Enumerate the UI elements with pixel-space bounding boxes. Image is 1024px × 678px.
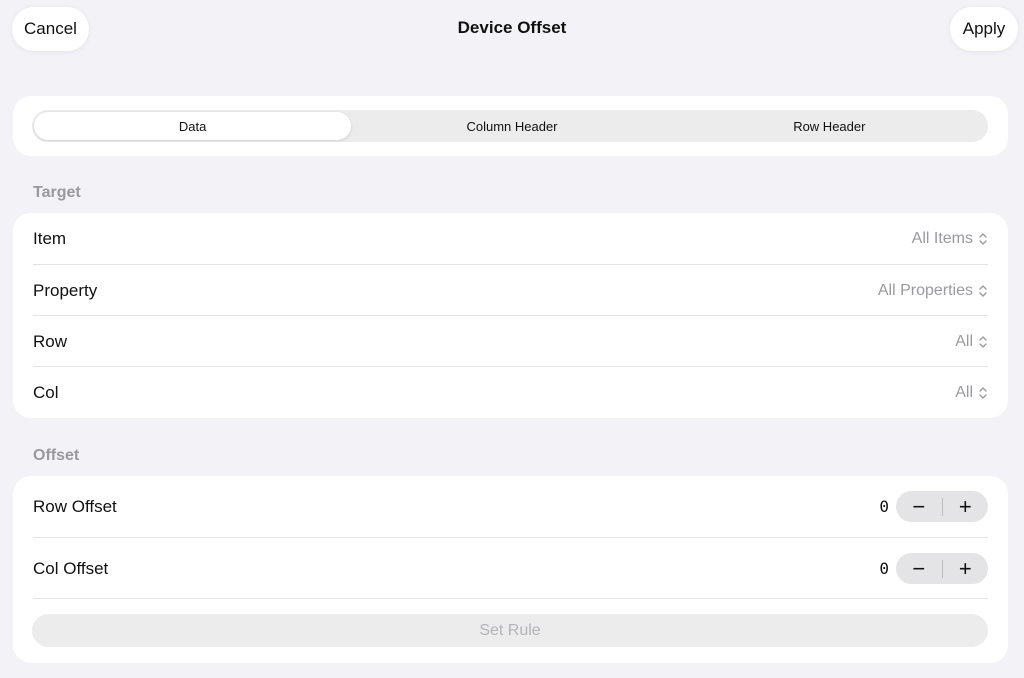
item-row[interactable]: Item All Items [13, 213, 1008, 264]
set-rule-button[interactable]: Set Rule [32, 614, 988, 647]
chevron-up-down-icon [979, 335, 987, 348]
offset-section-header: Offset [33, 447, 80, 464]
col-offset-label: Col Offset [33, 558, 109, 578]
property-row[interactable]: Property All Properties [13, 265, 1008, 316]
row-picker-value: All [955, 332, 973, 350]
row-offset-stepper: − + [896, 491, 988, 522]
divider [33, 598, 988, 599]
item-picker[interactable]: All Items [912, 230, 988, 248]
apply-button[interactable]: Apply [950, 7, 1018, 51]
row-offset-label: Row Offset [33, 496, 117, 516]
row-offset-row: Row Offset 0 − + [13, 476, 1008, 537]
col-offset-stepper: − + [896, 553, 988, 584]
property-picker[interactable]: All Properties [878, 282, 988, 300]
col-offset-decrement-button[interactable]: − [896, 553, 942, 584]
col-picker-value: All [955, 383, 973, 401]
item-picker-value: All Items [911, 229, 973, 247]
chevron-up-down-icon [979, 386, 987, 399]
segment-row-header[interactable]: Row Header [671, 110, 988, 142]
offset-card: Row Offset 0 − + Col Offset 0 − + Set Ru… [13, 476, 1008, 663]
property-label: Property [33, 280, 98, 300]
target-section-header: Target [33, 184, 81, 201]
row-offset-increment-button[interactable]: + [943, 491, 989, 522]
segment-data[interactable]: Data [34, 112, 352, 140]
col-row[interactable]: Col All [13, 367, 1008, 418]
col-label: Col [33, 382, 59, 402]
segment-column-header[interactable]: Column Header [353, 110, 670, 142]
row-picker[interactable]: All [955, 333, 988, 351]
chevron-up-down-icon [979, 284, 987, 297]
col-picker[interactable]: All [955, 384, 988, 402]
chevron-up-down-icon [979, 232, 987, 245]
row-row[interactable]: Row All [13, 316, 1008, 367]
row-label: Row [33, 331, 68, 351]
col-offset-row: Col Offset 0 − + [13, 538, 1008, 599]
item-label: Item [33, 228, 67, 248]
col-offset-increment-button[interactable]: + [943, 553, 989, 584]
target-card: Item All Items Property All Properties R… [13, 213, 1008, 418]
segment-card: Data Column Header Row Header [13, 96, 1008, 156]
segmented-control: Data Column Header Row Header [32, 110, 988, 142]
page-title: Device Offset [457, 18, 567, 37]
property-picker-value: All Properties [877, 281, 973, 299]
row-offset-decrement-button[interactable]: − [896, 491, 942, 522]
row-offset-value: 0 [879, 497, 889, 516]
col-offset-value: 0 [879, 559, 889, 578]
